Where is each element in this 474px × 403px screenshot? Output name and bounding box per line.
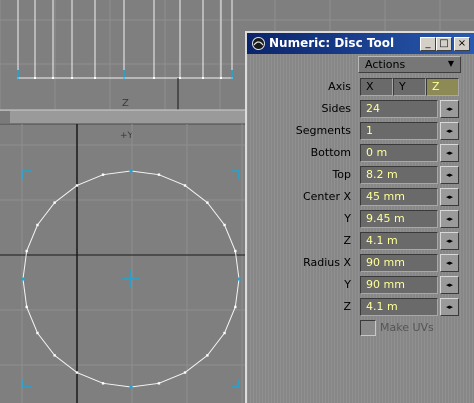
- radius-x-field[interactable]: 90 mm: [360, 254, 438, 272]
- top-field[interactable]: 8.2 m: [360, 166, 438, 184]
- radius-y-label: Y: [344, 278, 351, 291]
- axis-y-button[interactable]: Y: [393, 78, 426, 96]
- panel-titlebar[interactable]: Numeric: Disc Tool _ □ ×: [247, 33, 474, 54]
- numeric-disc-tool-panel: Numeric: Disc Tool _ □ × Actions ▼ Axis …: [245, 31, 474, 403]
- sides-field[interactable]: 24: [360, 100, 438, 118]
- center-z-label: Z: [343, 234, 351, 247]
- center-y-label: Y: [344, 212, 351, 225]
- radius-y-field[interactable]: 90 mm: [360, 276, 438, 294]
- sides-stepper-icon[interactable]: ◂▸: [440, 100, 459, 118]
- axis-x-button[interactable]: X: [360, 78, 393, 96]
- axis-label: Axis: [328, 80, 351, 93]
- radius-y-stepper-icon[interactable]: ◂▸: [440, 276, 459, 294]
- radius-z-label: Z: [343, 300, 351, 313]
- top-stepper-icon[interactable]: ◂▸: [440, 166, 459, 184]
- close-button[interactable]: ×: [454, 37, 470, 51]
- axis-z-button[interactable]: Z: [426, 78, 459, 96]
- radius-z-stepper-icon[interactable]: ◂▸: [440, 298, 459, 316]
- maximize-button[interactable]: □: [436, 37, 452, 51]
- radius-x-label: Radius X: [303, 256, 351, 269]
- bottom-field[interactable]: 0 m: [360, 144, 438, 162]
- panel-title: Numeric: Disc Tool: [269, 36, 395, 50]
- actions-label: Actions: [365, 58, 406, 71]
- top-label: Top: [332, 168, 351, 181]
- center-x-stepper-icon[interactable]: ◂▸: [440, 188, 459, 206]
- center-z-field[interactable]: 4.1 m: [360, 232, 438, 250]
- bottom-stepper-icon[interactable]: ◂▸: [440, 144, 459, 162]
- radius-x-stepper-icon[interactable]: ◂▸: [440, 254, 459, 272]
- make-uvs-checkbox[interactable]: [360, 320, 376, 336]
- center-x-label: Center X: [302, 190, 351, 203]
- bottom-label: Bottom: [310, 146, 351, 159]
- make-uvs-label: Make UVs: [380, 321, 434, 334]
- lightwave-logo-icon: [252, 37, 265, 50]
- minimize-button[interactable]: _: [420, 37, 436, 51]
- segments-field[interactable]: 1: [360, 122, 438, 140]
- radius-z-field[interactable]: 4.1 m: [360, 298, 438, 316]
- sides-label: Sides: [321, 102, 351, 115]
- actions-dropdown[interactable]: Actions ▼: [358, 56, 461, 73]
- center-y-field[interactable]: 9.45 m: [360, 210, 438, 228]
- viewport-divider-bar: [0, 110, 250, 124]
- top-axis-label: Z: [122, 98, 129, 109]
- segments-label: Segments: [295, 124, 351, 137]
- viewport-divider-handle: [0, 111, 10, 123]
- center-y-stepper-icon[interactable]: ◂▸: [440, 210, 459, 228]
- center-z-stepper-icon[interactable]: ◂▸: [440, 232, 459, 250]
- center-x-field[interactable]: 45 mm: [360, 188, 438, 206]
- segments-stepper-icon[interactable]: ◂▸: [440, 122, 459, 140]
- dropdown-arrow-icon: ▼: [447, 59, 454, 68]
